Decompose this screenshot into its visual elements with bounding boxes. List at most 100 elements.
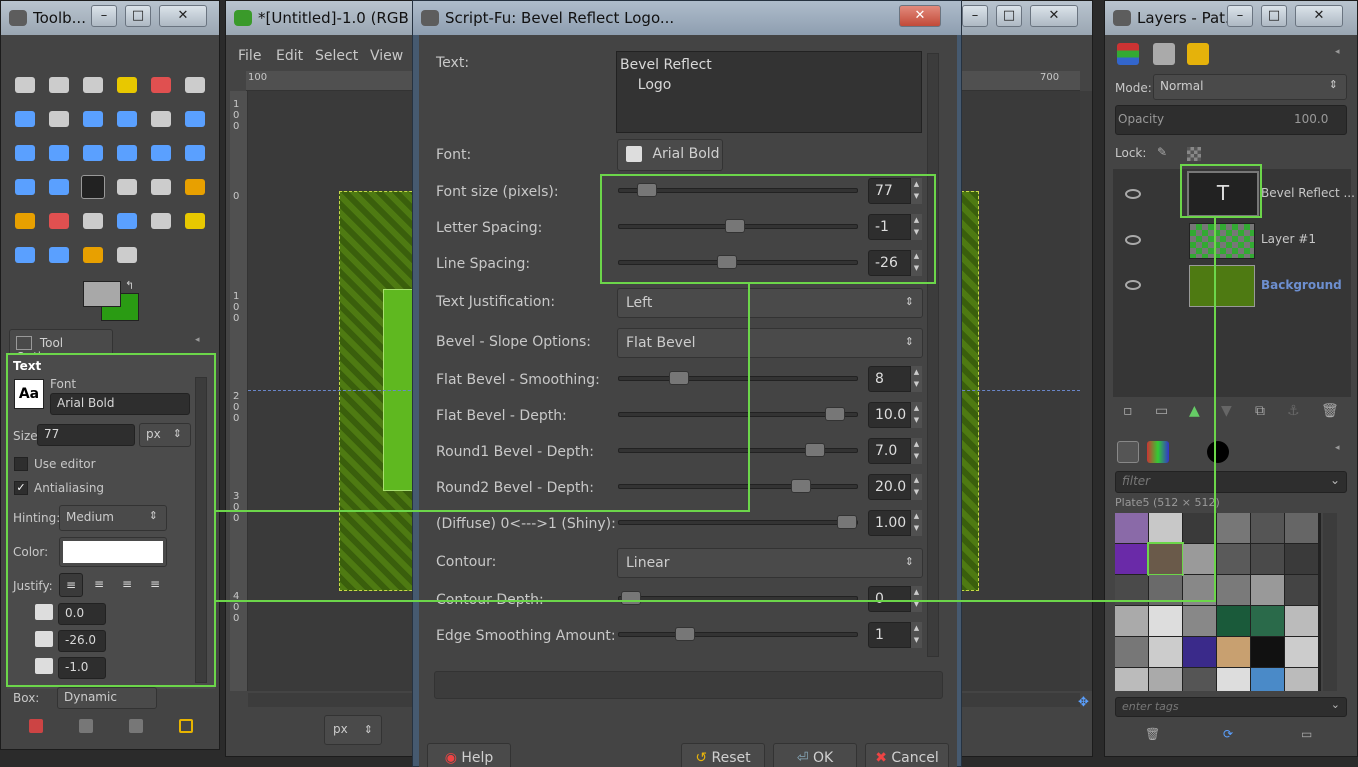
tab-menu-icon[interactable]: ◂ bbox=[1335, 47, 1340, 57]
menu-file[interactable]: File bbox=[238, 48, 261, 64]
crop-tool-icon[interactable] bbox=[49, 145, 69, 161]
pattern-thumbnail[interactable] bbox=[1149, 606, 1182, 636]
free-select-tool-icon[interactable] bbox=[83, 77, 103, 93]
lock-pixels-icon[interactable]: ✎ bbox=[1157, 145, 1167, 159]
pattern-thumbnail[interactable] bbox=[1149, 513, 1182, 543]
text-entry[interactable]: Bevel Reflect Logo bbox=[616, 51, 922, 133]
menu-view[interactable]: View bbox=[370, 48, 403, 64]
pattern-thumbnail[interactable] bbox=[1217, 606, 1250, 636]
visibility-eye-icon[interactable] bbox=[1125, 189, 1141, 199]
pattern-thumbnail[interactable] bbox=[1217, 544, 1250, 574]
pattern-thumbnail[interactable] bbox=[1183, 606, 1216, 636]
pattern-thumbnail[interactable] bbox=[1147, 542, 1184, 576]
maximize-icon[interactable]: □ bbox=[996, 5, 1022, 27]
pattern-thumbnail[interactable] bbox=[1285, 544, 1318, 574]
close-icon[interactable]: ✕ bbox=[1030, 5, 1078, 27]
eraser-tool-icon[interactable] bbox=[49, 213, 69, 229]
new-layer-icon[interactable]: ▫ bbox=[1123, 403, 1133, 419]
close-icon[interactable]: ✕ bbox=[1295, 5, 1343, 27]
bevel-param-slider[interactable] bbox=[618, 515, 858, 529]
align-tool-icon[interactable] bbox=[15, 145, 35, 161]
pattern-thumbnail[interactable] bbox=[1149, 637, 1182, 667]
delete-layer-icon[interactable]: 🗑 bbox=[1321, 403, 1339, 419]
minimize-icon[interactable]: – bbox=[1227, 5, 1253, 27]
slope-select[interactable]: Flat Bevel ⇕ bbox=[617, 328, 923, 358]
dodge-burn-tool-icon[interactable] bbox=[117, 247, 137, 263]
pattern-scrollbar[interactable] bbox=[1323, 513, 1337, 691]
visibility-eye-icon[interactable] bbox=[1125, 280, 1141, 290]
pattern-thumbnail[interactable] bbox=[1251, 637, 1284, 667]
spin-arrows-icon[interactable]: ▲ ▼ bbox=[910, 438, 922, 464]
spin-arrows-icon[interactable]: ▲ ▼ bbox=[910, 366, 922, 392]
spin-arrows-icon[interactable]: ▲ ▼ bbox=[910, 510, 922, 536]
bevel-param-slider[interactable] bbox=[618, 371, 858, 385]
close-icon[interactable]: ✕ bbox=[899, 5, 941, 27]
pattern-thumbnail[interactable] bbox=[1285, 606, 1318, 636]
pattern-grid[interactable] bbox=[1115, 513, 1321, 691]
restore-options-icon[interactable] bbox=[79, 719, 93, 733]
slider-knob[interactable] bbox=[825, 407, 845, 421]
shear-tool-icon[interactable] bbox=[151, 145, 171, 161]
menu-edit[interactable]: Edit bbox=[276, 48, 303, 64]
bevel-param-slider[interactable] bbox=[618, 443, 858, 457]
heal-tool-icon[interactable] bbox=[185, 213, 205, 229]
ink-tool-icon[interactable] bbox=[117, 213, 137, 229]
pattern-thumbnail[interactable] bbox=[1217, 637, 1250, 667]
blur-tool-icon[interactable] bbox=[49, 247, 69, 263]
delete-options-icon[interactable] bbox=[129, 719, 143, 733]
layers-tab-icon[interactable] bbox=[1117, 43, 1139, 65]
duplicate-layer-icon[interactable]: ⧉ bbox=[1255, 403, 1265, 419]
menu-select[interactable]: Select bbox=[315, 48, 358, 64]
layer-row[interactable]: Background bbox=[1113, 265, 1351, 309]
paths-tool-icon[interactable] bbox=[49, 111, 69, 127]
airbrush-tool-icon[interactable] bbox=[83, 213, 103, 229]
pattern-thumbnail[interactable] bbox=[1251, 544, 1284, 574]
paintbrush-tool-icon[interactable] bbox=[15, 213, 35, 229]
bevel-param-spin[interactable]: 1.00 ▲ ▼ bbox=[868, 510, 922, 536]
bevel-param-slider[interactable] bbox=[618, 407, 858, 421]
maximize-icon[interactable]: □ bbox=[1261, 5, 1287, 27]
tool-options-tab[interactable]: Tool Options bbox=[9, 329, 113, 364]
slider-knob[interactable] bbox=[791, 479, 811, 493]
spin-arrows-icon[interactable]: ▲ ▼ bbox=[910, 474, 922, 500]
open-folder-icon[interactable]: ▭ bbox=[1301, 727, 1312, 741]
measure-tool-icon[interactable] bbox=[151, 111, 171, 127]
bevel-param-spin[interactable]: 10.0 ▲ ▼ bbox=[868, 402, 922, 428]
scissors-tool-icon[interactable] bbox=[185, 77, 205, 93]
cancel-button[interactable]: ✖ Cancel bbox=[865, 743, 949, 767]
pattern-thumbnail[interactable] bbox=[1115, 606, 1148, 636]
clone-tool-icon[interactable] bbox=[151, 213, 171, 229]
spin-arrows-icon[interactable]: ▲ ▼ bbox=[910, 622, 922, 648]
pattern-thumbnail[interactable] bbox=[1149, 668, 1182, 691]
edge-smoothing-slider[interactable] bbox=[618, 627, 858, 641]
tab-menu-icon[interactable]: ◂ bbox=[195, 335, 200, 345]
pattern-thumbnail[interactable] bbox=[1183, 513, 1216, 543]
spin-arrows-icon[interactable]: ▲ ▼ bbox=[910, 402, 922, 428]
reset-button[interactable]: ↺ Reset bbox=[681, 743, 765, 767]
visibility-eye-icon[interactable] bbox=[1125, 235, 1141, 245]
pattern-thumbnail[interactable] bbox=[1217, 668, 1250, 691]
smudge-tool-icon[interactable] bbox=[83, 247, 103, 263]
mode-select[interactable]: Normal ⇕ bbox=[1153, 74, 1347, 100]
contour-depth-spin[interactable]: 0 ▲ ▼ bbox=[868, 586, 922, 612]
blend-tool-icon[interactable] bbox=[151, 179, 171, 195]
pattern-thumbnail[interactable] bbox=[1183, 637, 1216, 667]
anchor-layer-icon[interactable]: ⚓ bbox=[1287, 403, 1300, 419]
slider-knob[interactable] bbox=[837, 515, 857, 529]
bucket-fill-tool-icon[interactable] bbox=[117, 179, 137, 195]
pattern-thumbnail[interactable] bbox=[1115, 668, 1148, 691]
rotate-tool-icon[interactable] bbox=[83, 145, 103, 161]
font-button[interactable]: Arial Bold bbox=[617, 139, 723, 171]
foreground-select-tool-icon[interactable] bbox=[15, 111, 35, 127]
pattern-thumbnail[interactable] bbox=[1251, 668, 1284, 691]
swap-colors-icon[interactable]: ↰ bbox=[125, 279, 134, 292]
pencil-tool-icon[interactable] bbox=[185, 179, 205, 195]
pattern-thumbnail[interactable] bbox=[1217, 513, 1250, 543]
text-tool-icon[interactable] bbox=[81, 175, 105, 199]
pattern-thumbnail[interactable] bbox=[1115, 544, 1148, 574]
save-options-icon[interactable] bbox=[29, 719, 43, 733]
dialog-scrollbar[interactable] bbox=[927, 53, 939, 657]
fg-color-swatch[interactable] bbox=[83, 281, 121, 307]
spin-arrows-icon[interactable]: ▲ ▼ bbox=[910, 586, 922, 612]
navigate-icon[interactable]: ✥ bbox=[1078, 695, 1089, 710]
